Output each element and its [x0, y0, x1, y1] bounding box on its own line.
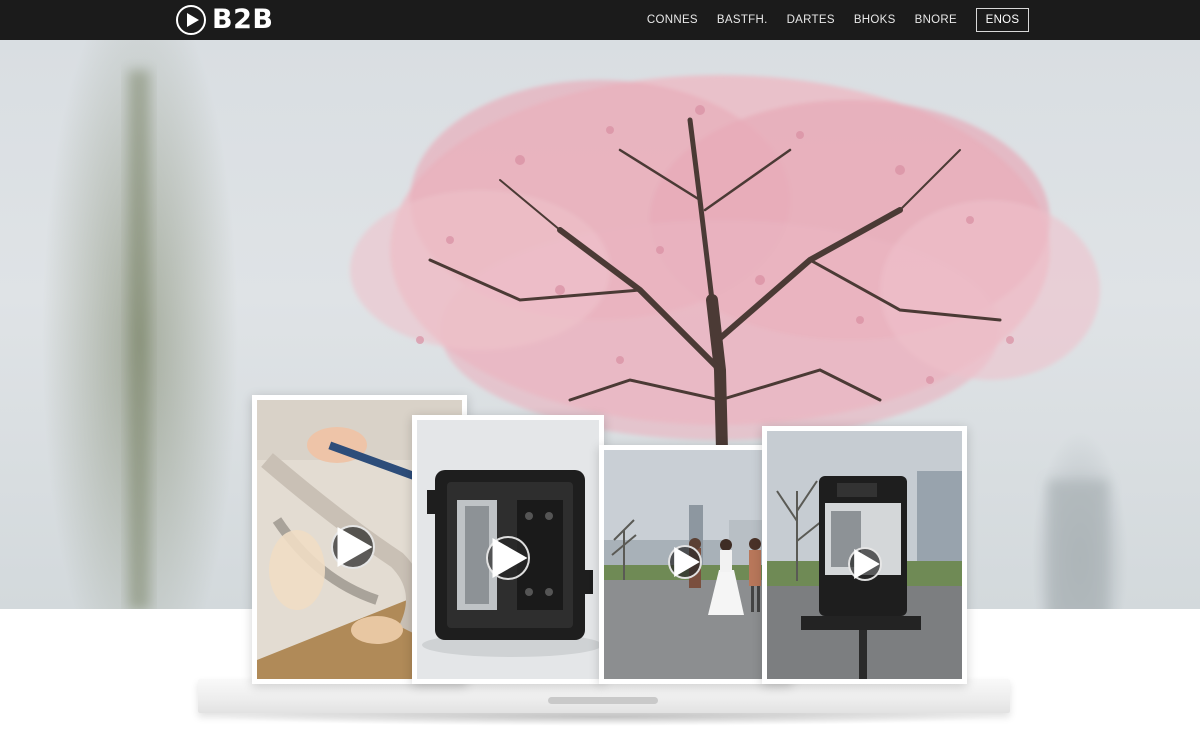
play-icon [674, 547, 700, 577]
video-card-4[interactable] [762, 426, 967, 684]
play-button-3[interactable] [668, 545, 702, 579]
brand-name: B2B [212, 4, 274, 35]
play-button-4[interactable] [848, 547, 882, 581]
play-icon [492, 538, 528, 578]
top-nav-bar: B2B CONNES BASTFH. DARTES BHOKS BNORE EN… [0, 0, 1200, 40]
video-thumbnail-4 [767, 431, 962, 679]
video-thumbnail-2 [417, 420, 599, 679]
nav-link-bhoks[interactable]: BHOKS [854, 14, 896, 26]
main-nav: CONNES BASTFH. DARTES BHOKS BNORE ENOS [647, 0, 1029, 40]
play-icon [337, 527, 373, 567]
video-card-2[interactable] [412, 415, 604, 684]
play-button-2[interactable] [486, 536, 530, 580]
nav-link-bnore[interactable]: BNORE [915, 14, 957, 26]
stage-handle [548, 697, 658, 704]
nav-cta-button[interactable]: ENOS [976, 8, 1029, 32]
nav-link-bastfh[interactable]: BASTFH. [717, 14, 768, 26]
play-button-1[interactable] [331, 525, 375, 569]
play-circle-icon [176, 5, 206, 35]
nav-link-connes[interactable]: CONNES [647, 14, 698, 26]
play-icon [854, 549, 880, 579]
nav-link-dartes[interactable]: DARTES [787, 14, 835, 26]
showcase-stage [198, 679, 1010, 713]
brand-logo[interactable]: B2B [176, 4, 273, 36]
video-thumbnail-3 [604, 450, 787, 679]
